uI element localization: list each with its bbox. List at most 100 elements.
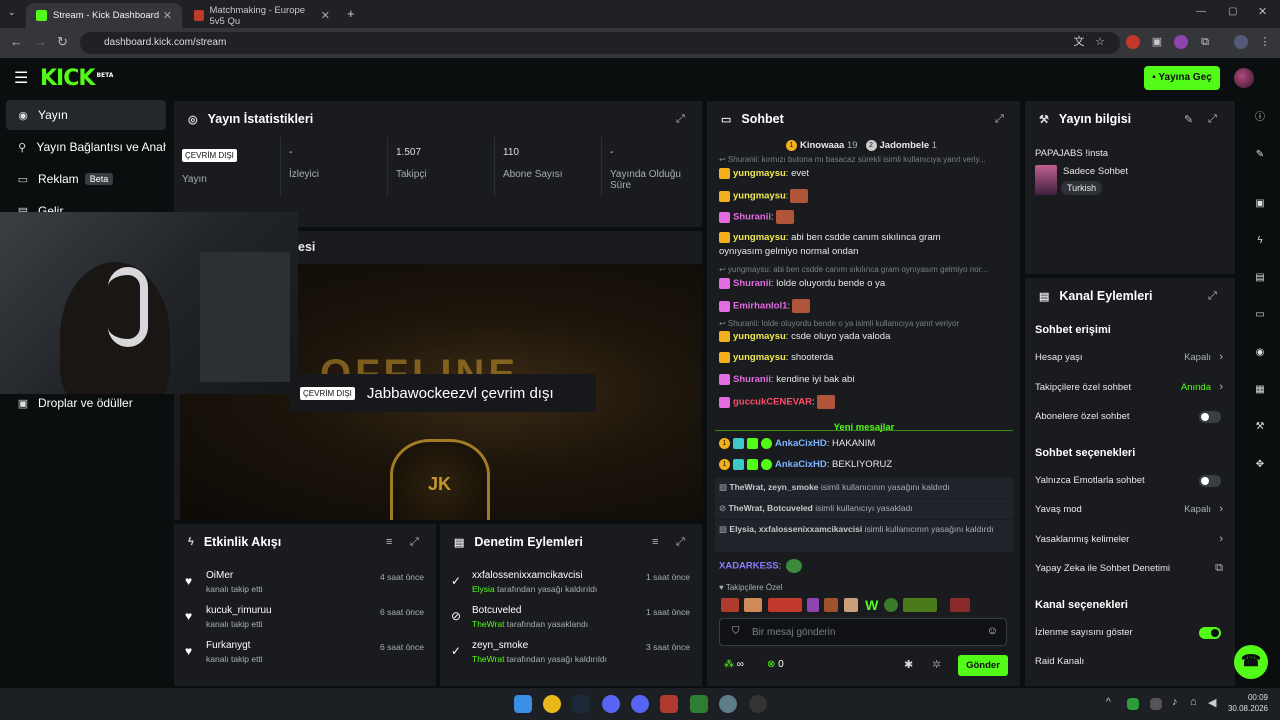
edit-icon[interactable]: ✎ — [1250, 145, 1270, 165]
tag: Turkish — [1061, 181, 1103, 195]
heart-icon: ♥ — [185, 644, 193, 658]
setting-row[interactable]: Yalnızca Emotlarla sohbet — [1035, 474, 1225, 495]
faceit-icon[interactable] — [660, 695, 678, 713]
chat-input[interactable]: ⛉ Bir mesaj gönderin ☺ — [719, 618, 1007, 646]
emote[interactable] — [767, 598, 802, 612]
expand-icon[interactable]: ⤢ — [676, 113, 685, 126]
filter-icon[interactable]: ≡ — [386, 536, 392, 548]
tab-search-icon[interactable]: ⌄ — [8, 7, 16, 18]
translate-icon[interactable]: 文 — [1072, 35, 1086, 49]
channel-points[interactable]: ⁂ ∞ — [724, 659, 744, 670]
new-tab-button[interactable]: + — [347, 6, 355, 21]
filter-icon[interactable]: ≡ — [652, 536, 658, 548]
sidebar-item-stream-key[interactable]: ⚲Yayın Bağlantısı ve Anahtar — [6, 132, 166, 162]
lightning-icon[interactable]: ϟ — [1250, 231, 1270, 251]
sidebar-item-stream[interactable]: ◉ Yayın — [6, 100, 166, 130]
extension-icon[interactable] — [1174, 35, 1188, 49]
settings-cog-icon[interactable]: ✲ — [932, 658, 941, 671]
url-field[interactable]: dashboard.kick.com/stream — [80, 32, 1120, 54]
expand-icon[interactable]: ⤢ — [410, 536, 419, 549]
subscriber-badge-icon — [719, 211, 730, 223]
video-icon[interactable]: ▣ — [1250, 194, 1270, 214]
profile-icon[interactable] — [1234, 35, 1248, 49]
tray-app-icon[interactable] — [1150, 698, 1162, 710]
maximize-icon[interactable]: ▢ — [1228, 6, 1237, 17]
browser-tab[interactable]: Matchmaking - Europe 5v5 Qu ✕ — [184, 3, 340, 28]
subscriber-badge-icon — [719, 331, 730, 342]
system-clock[interactable]: 00:09 30.08.2026 — [1228, 692, 1268, 714]
chat-icon[interactable]: ▭ — [1250, 305, 1270, 325]
gear-icon[interactable]: ✱ — [904, 658, 913, 671]
setting-row[interactable]: Raid Kanalı — [1035, 656, 1225, 676]
emote[interactable] — [843, 598, 858, 612]
back-icon[interactable]: ← — [10, 34, 23, 49]
close-tab-icon[interactable]: ✕ — [321, 9, 330, 22]
go-live-button[interactable]: ▪ Yayına Geç — [1144, 66, 1220, 90]
expand-icon[interactable]: ⤢ — [1208, 113, 1217, 126]
chat-reply-context: ↩ Shuranii: kırmızı butona mı basacaz sü… — [719, 155, 986, 164]
discord-icon[interactable] — [631, 695, 649, 713]
minimize-icon[interactable]: — — [1196, 6, 1206, 17]
settings-icon[interactable] — [719, 695, 737, 713]
emote[interactable] — [950, 598, 971, 612]
sidebar-item-ads[interactable]: ▭ Reklam Beta — [6, 164, 166, 194]
setting-row[interactable]: Hesap yaşı Kapalı › — [1035, 351, 1225, 372]
emote[interactable]: W — [865, 597, 878, 613]
window-icon[interactable]: ▦ — [1250, 380, 1270, 400]
tab-title: Matchmaking - Europe 5v5 Qu — [209, 4, 306, 27]
puzzle-icon[interactable]: ✥ — [1250, 455, 1270, 475]
emote — [785, 559, 802, 573]
reload-icon[interactable]: ↻ — [57, 34, 68, 50]
windows-start-icon[interactable] — [514, 695, 532, 713]
hamburger-menu-icon[interactable]: ☰ — [14, 68, 28, 88]
steam-icon[interactable] — [572, 695, 590, 713]
unban-icon: ▨ — [719, 524, 730, 534]
tray-app-icon[interactable] — [1127, 698, 1139, 710]
expand-icon[interactable]: ⤢ — [676, 536, 685, 549]
record-icon[interactable]: ◉ — [1250, 343, 1270, 363]
xbox-icon[interactable] — [690, 695, 708, 713]
volume-icon[interactable]: ◀ — [1208, 696, 1216, 709]
microphone-icon[interactable]: ♪ — [1172, 696, 1178, 708]
list-icon[interactable]: ▤ — [1250, 268, 1270, 288]
obs-icon[interactable] — [749, 695, 767, 713]
kick-logo[interactable]: KICK BETA — [40, 66, 113, 91]
browser-address-bar: ← → ↻ dashboard.kick.com/stream 文 ☆ ▣ ⧉ … — [0, 28, 1280, 58]
browser-tab-active[interactable]: Stream - Kick Dashboard ✕ — [26, 3, 182, 28]
setting-row[interactable]: Takipçilere özel sohbet Anında › — [1035, 381, 1225, 402]
extension-icon[interactable] — [1126, 35, 1140, 49]
setting-row[interactable]: İzlenme sayısını göster — [1035, 626, 1225, 647]
wrench-icon[interactable]: ⚒ — [1250, 417, 1270, 437]
browser-menu-icon[interactable]: ⋮ — [1258, 35, 1272, 49]
emote[interactable] — [721, 598, 739, 612]
tray-chevron-icon[interactable]: ^ — [1106, 697, 1111, 708]
close-tab-icon[interactable]: ✕ — [163, 9, 172, 22]
emote[interactable] — [807, 598, 820, 612]
emote[interactable] — [883, 598, 898, 612]
emote[interactable] — [744, 598, 763, 612]
edit-icon[interactable]: ✎ — [1184, 113, 1193, 126]
extension-icon[interactable]: ▣ — [1150, 35, 1164, 49]
setting-row[interactable]: Yasaklanmış kelimeler › — [1035, 533, 1225, 554]
stats-icon: ◎ — [188, 113, 198, 126]
info-icon[interactable]: ⓘ — [1250, 108, 1270, 128]
help-chat-button[interactable]: ☎ — [1234, 645, 1268, 679]
kicks-balance[interactable]: ⊗ 0 — [767, 659, 784, 670]
expand-icon[interactable]: ⤢ — [1208, 290, 1217, 303]
emote[interactable] — [824, 598, 839, 612]
emote[interactable] — [902, 598, 937, 612]
chrome-icon[interactable] — [543, 695, 561, 713]
extensions-puzzle-icon[interactable]: ⧉ — [1198, 35, 1212, 49]
discord-icon[interactable] — [602, 695, 620, 713]
expand-icon[interactable]: ⤢ — [995, 113, 1004, 126]
forward-icon[interactable]: → — [34, 34, 47, 49]
close-window-icon[interactable]: ✕ — [1258, 5, 1267, 18]
avatar[interactable] — [1234, 68, 1254, 88]
bookmark-star-icon[interactable]: ☆ — [1093, 35, 1107, 49]
setting-row[interactable]: Yavaş mod Kapalı › — [1035, 503, 1225, 524]
setting-row[interactable]: Abonelere özel sohbet — [1035, 411, 1225, 431]
send-button[interactable]: Gönder — [958, 655, 1008, 676]
network-icon[interactable]: ⌂ — [1190, 696, 1197, 708]
emoji-icon[interactable]: ☺ — [987, 625, 998, 637]
setting-row[interactable]: Yapay Zeka ile Sohbet Denetimi ⧉ — [1035, 562, 1225, 583]
